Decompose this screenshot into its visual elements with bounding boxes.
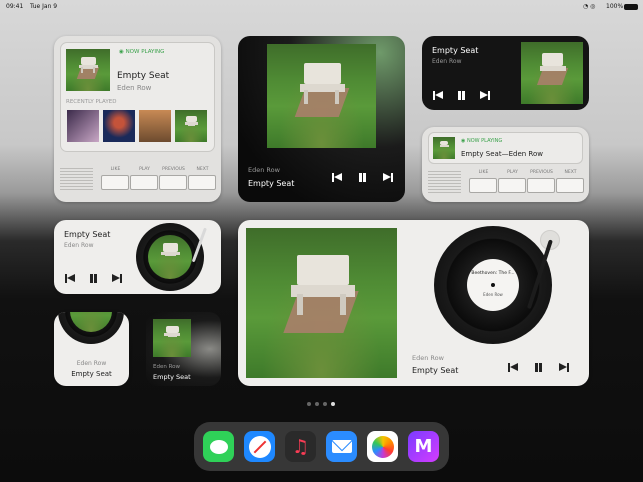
previous-button[interactable] [527,178,555,193]
track-artist: Eden Row [76,360,107,367]
next-button[interactable] [188,175,216,190]
recent-album-3[interactable] [139,110,171,142]
recent-album-1[interactable] [67,110,99,142]
previous-button[interactable] [159,175,187,190]
album-art [521,42,583,104]
page-dot[interactable] [307,402,311,406]
pause-icon[interactable] [88,273,99,284]
album-art [433,137,455,159]
retro-keys [469,178,585,193]
page-dot[interactable] [315,402,319,406]
now-playing-label: ◉ NOW PLAYING [119,49,165,55]
battery-icon [624,4,638,10]
playback-controls [65,273,122,284]
track-title: Empty Seat [432,46,479,55]
recent-album-2[interactable] [103,110,135,142]
vinyl-label: Beethoven: The F... Eden Row [467,259,519,311]
recently-played-label: RECENTLY PLAYED [66,99,117,105]
retro-screen: ◉ NOW PLAYING Empty Seat—Eden Row [428,132,583,164]
m-app-icon[interactable]: M [408,431,439,462]
dark-now-playing-widget[interactable]: Eden Row Empty Seat [238,36,405,202]
track-title: Empty Seat [248,179,295,188]
previous-track-icon[interactable] [433,90,444,101]
track-title: Empty Seat [412,366,459,375]
track-title: Empty Seat [71,370,112,378]
status-time: 09:41 [6,3,24,10]
track-artist: Eden Row [64,242,94,249]
vinyl-label-artist: Eden Row [483,292,503,297]
track-artist: Eden Row [412,354,444,362]
previous-track-icon[interactable] [65,273,76,284]
play-button[interactable] [498,178,526,193]
next-button[interactable] [556,178,584,193]
status-date: Tue Jan 9 [30,3,58,10]
battery-percent: 100% [606,3,624,10]
speaker-grille [428,171,461,193]
vinyl-medium-widget[interactable]: Empty Seat Eden Row [54,220,221,294]
previous-track-icon[interactable] [508,362,519,373]
playback-controls [332,172,393,183]
dock: ♫ M [194,422,449,471]
track-artist: Eden Row [153,364,181,370]
playback-controls [508,362,569,373]
retro-keys [101,175,217,190]
track-title: Empty Seat [64,230,111,239]
page-dot[interactable] [323,402,327,406]
like-button[interactable] [469,178,497,193]
music-icon[interactable]: ♫ [285,431,316,462]
next-track-icon[interactable] [479,90,490,101]
track-title: Empty Seat [117,71,170,81]
track-artist: Eden Row [117,84,152,92]
speaker-grille [60,168,93,190]
retro-screen: ◉ NOW PLAYING Empty Seat Eden Row RECENT… [60,42,215,152]
retro-compact-widget[interactable]: ◉ NOW PLAYING Empty Seat—Eden Row LIKE PL… [422,127,589,202]
track-title-artist: Empty Seat—Eden Row [461,150,543,158]
key-labels: LIKE PLAY PREVIOUS NEXT [110,167,209,172]
like-button[interactable] [101,175,129,190]
photos-icon[interactable] [367,431,398,462]
recent-album-4[interactable] [175,110,207,142]
track-artist: Eden Row [432,58,462,65]
pause-icon[interactable] [357,172,368,183]
now-playing-label: ◉ NOW PLAYING [461,138,503,144]
track-artist: Eden Row [248,166,280,174]
playback-controls [433,90,490,101]
vinyl-small-widget[interactable]: Eden Row Empty Seat [54,312,129,386]
page-indicator[interactable] [307,402,335,406]
next-track-icon[interactable] [558,362,569,373]
page-dot-active[interactable] [331,402,335,406]
track-title: Empty Seat [153,373,191,381]
next-track-icon[interactable] [111,273,122,284]
previous-track-icon[interactable] [332,172,343,183]
next-track-icon[interactable] [382,172,393,183]
play-button[interactable] [130,175,158,190]
vinyl-label-title: Beethoven: The F... [471,271,515,276]
spindle [491,283,495,287]
album-art [267,44,376,148]
retro-now-playing-widget[interactable]: ◉ NOW PLAYING Empty Seat Eden Row RECENT… [54,36,221,202]
vinyl-large-widget[interactable]: Beethoven: The F... Eden Row Eden Row Em… [238,220,589,386]
dark-compact-widget[interactable]: Empty Seat Eden Row [422,36,589,110]
dark-small-widget[interactable]: Eden Row Empty Seat [146,312,221,386]
safari-icon[interactable] [244,431,275,462]
wifi-icon: ◔ ◎ [583,3,596,10]
album-art [153,319,191,357]
mail-icon[interactable] [326,431,357,462]
pause-icon[interactable] [533,362,544,373]
album-art [66,49,110,91]
album-art [246,228,397,378]
key-labels: LIKE PLAY PREVIOUS NEXT [478,170,577,175]
album-art-disc [148,235,192,279]
pause-icon[interactable] [456,90,467,101]
messages-icon[interactable] [203,431,234,462]
